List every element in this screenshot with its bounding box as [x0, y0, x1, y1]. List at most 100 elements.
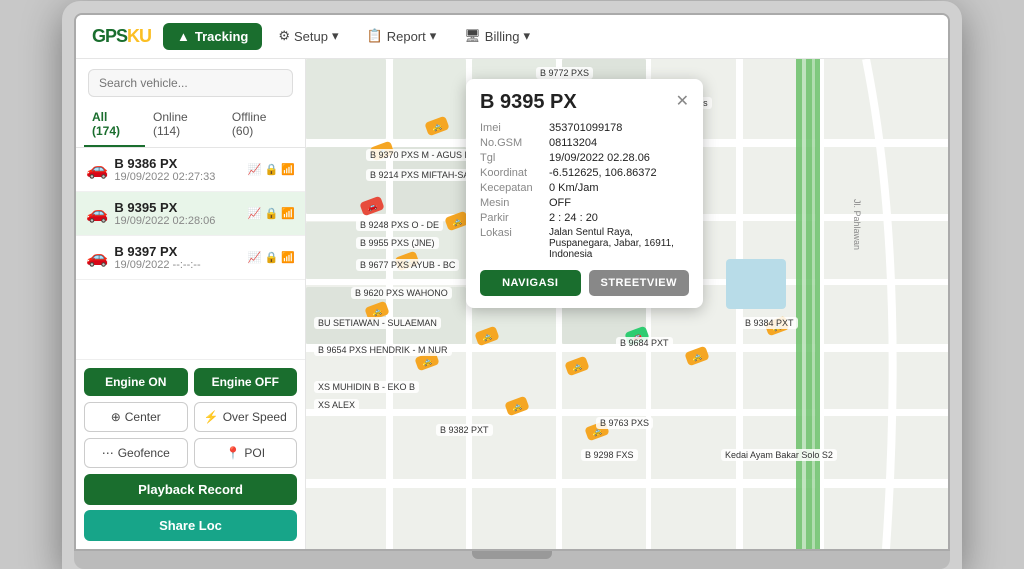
- vehicle-actions-2: 📈 🔒 📶: [248, 207, 295, 220]
- vehicle-name-2: B 9395 PX: [114, 200, 241, 215]
- setup-nav-label: Setup: [294, 29, 328, 44]
- popup-imei-row: Imei 353701099178: [480, 122, 689, 134]
- vehicle-time-3: 19/09/2022 --:--:--: [114, 259, 241, 271]
- tab-all[interactable]: All (174): [84, 103, 145, 147]
- vehicle-item-3[interactable]: 🚗 B 9397 PX 19/09/2022 --:--:-- 📈 🔒 📶: [76, 236, 305, 280]
- streetview-button[interactable]: STREETVIEW: [589, 270, 690, 296]
- vehicle-info: B 9386 PX 19/09/2022 02:27:33: [114, 156, 241, 183]
- vehicle-info-3: B 9397 PX 19/09/2022 --:--:--: [114, 244, 241, 271]
- geofence-button[interactable]: ⋯ Geofence: [84, 438, 188, 468]
- vehicle-info-2: B 9395 PX 19/09/2022 02:28:06: [114, 200, 241, 227]
- report-icon: 📋: [367, 28, 383, 44]
- vehicle-icon-3: 🚗: [86, 247, 108, 268]
- center-icon: ⊕: [111, 410, 121, 424]
- vehicle-icon-2: 🚗: [86, 203, 108, 224]
- map-label-muhidin: XS MUHIDIN B - EKO B: [314, 381, 419, 393]
- trend-icon-2: 📈: [248, 207, 262, 220]
- popup-actions: NAVIGASI STREETVIEW: [480, 270, 689, 296]
- search-input[interactable]: [88, 69, 293, 97]
- koordinat-value: -6.512625, 106.86372: [549, 167, 657, 179]
- main-content: All (174) Online (114) Offline (60) 🚗 B …: [76, 59, 948, 549]
- search-bar-container: [76, 59, 305, 103]
- navigasi-button[interactable]: NAVIGASI: [480, 270, 581, 296]
- share-loc-button[interactable]: Share Loc: [84, 510, 297, 541]
- engine-off-button[interactable]: Engine OFF: [194, 368, 298, 396]
- tgl-value: 19/09/2022 02.28.06: [549, 152, 650, 164]
- lock-icon-3: 🔒: [265, 251, 279, 264]
- trend-icon-3: 📈: [248, 251, 262, 264]
- tab-online[interactable]: Online (114): [145, 103, 224, 147]
- vehicle-name-3: B 9397 PX: [114, 244, 241, 259]
- tracking-nav-button[interactable]: ▲ Tracking: [163, 23, 262, 50]
- tgl-label: Tgl: [480, 152, 545, 164]
- speed-icon: ⚡: [204, 410, 219, 424]
- wifi-icon-3: 📶: [281, 251, 295, 264]
- billing-nav-button[interactable]: 🖥 Billing ▾: [452, 22, 542, 50]
- popup-koordinat-row: Koordinat -6.512625, 106.86372: [480, 167, 689, 179]
- map-label-alex: XS ALEX: [314, 399, 359, 411]
- chevron-down-icon: ▾: [332, 28, 339, 44]
- popup-mesin-row: Mesin OFF: [480, 197, 689, 209]
- map-label-pxt3: B 9384 PXT: [741, 317, 798, 329]
- trend-icon: 📈: [248, 163, 262, 176]
- setup-nav-button[interactable]: ⚙ Setup ▾: [266, 22, 350, 50]
- tracking-nav-label: Tracking: [195, 29, 248, 44]
- engine-buttons-row: Engine ON Engine OFF: [84, 368, 297, 396]
- bottom-controls: Engine ON Engine OFF ⊕ Center ⚡ Over Spe…: [76, 359, 305, 549]
- map-label-wahono: B 9620 PXS WAHONO: [351, 287, 452, 299]
- map-label-pxt: B 9382 PXT: [436, 424, 493, 436]
- vehicle-actions-3: 📈 🔒 📶: [248, 251, 295, 264]
- map-area[interactable]: Jl. Pahlawan 🚕 🚕 🚗 🚕 🚕 🚗 🚕 🚕 🚕 🚗 🚕 🚕 🚕 🚕…: [306, 59, 948, 549]
- poi-icon: 📍: [225, 446, 240, 460]
- map-label-fxs: B 9298 FXS: [581, 449, 638, 461]
- map-label-ayub: B 9677 PXS AYUB - BC: [356, 259, 459, 271]
- mesin-label: Mesin: [480, 197, 545, 209]
- map-label-jne: B 9955 PXS (JNE): [356, 237, 439, 249]
- map-label: B 9772 PXS: [536, 67, 593, 79]
- laptop-notch: [472, 551, 552, 559]
- lock-icon-2: 🔒: [265, 207, 279, 220]
- gear-icon: ⚙: [278, 28, 290, 44]
- popup-tgl-row: Tgl 19/09/2022 02.28.06: [480, 152, 689, 164]
- wifi-icon: 📶: [281, 163, 295, 176]
- center-button[interactable]: ⊕ Center: [84, 402, 188, 432]
- popup-title: B 9395 PX ✕: [480, 91, 689, 114]
- laptop-base: [74, 551, 950, 569]
- lokasi-label: Lokasi: [480, 227, 545, 260]
- popup-close-button[interactable]: ✕: [676, 94, 689, 110]
- map-label-agus: B 9370 PXS M - AGUS M: [366, 149, 476, 161]
- over-speed-button[interactable]: ⚡ Over Speed: [194, 402, 298, 432]
- chevron-down-icon-report: ▾: [430, 28, 437, 44]
- kecepatan-label: Kecepatan: [480, 182, 545, 194]
- mesin-value: OFF: [549, 197, 571, 209]
- popup-gsm-row: No.GSM 08113204: [480, 137, 689, 149]
- vehicle-item[interactable]: 🚗 B 9386 PX 19/09/2022 02:27:33 📈 🔒 📶: [76, 148, 305, 192]
- screen: GPSKU ▲ Tracking ⚙ Setup ▾ 📋 Report ▾ 🖥 …: [74, 13, 950, 551]
- imei-value: 353701099178: [549, 122, 622, 134]
- playback-record-button[interactable]: Playback Record: [84, 474, 297, 505]
- poi-button[interactable]: 📍 POI: [194, 438, 298, 468]
- vehicle-item-active[interactable]: 🚗 B 9395 PX 19/09/2022 02:28:06 📈 🔒 📶: [76, 192, 305, 236]
- gsm-label: No.GSM: [480, 137, 545, 149]
- geofence-icon: ⋯: [102, 446, 114, 460]
- wifi-icon-2: 📶: [281, 207, 295, 220]
- tab-offline[interactable]: Offline (60): [224, 103, 297, 147]
- tracking-icon: ▲: [177, 29, 190, 44]
- map-label-hendrik: B 9654 PXS HENDRIK - M NUR: [314, 344, 452, 356]
- report-nav-button[interactable]: 📋 Report ▾: [355, 22, 449, 50]
- vehicle-icon: 🚗: [86, 159, 108, 180]
- geofence-poi-row: ⋯ Geofence 📍 POI: [84, 438, 297, 468]
- billing-nav-label: Billing: [485, 29, 520, 44]
- map-label-de: B 9248 PXS O - DE: [356, 219, 443, 231]
- center-overspeed-row: ⊕ Center ⚡ Over Speed: [84, 402, 297, 432]
- map-label-sulaeman: BU SETIAWAN - SULAEMAN: [314, 317, 441, 329]
- vehicle-actions: 📈 🔒 📶: [248, 163, 295, 176]
- kecepatan-value: 0 Km/Jam: [549, 182, 599, 194]
- topbar: GPSKU ▲ Tracking ⚙ Setup ▾ 📋 Report ▾ 🖥 …: [76, 15, 948, 59]
- vehicle-list: 🚗 B 9386 PX 19/09/2022 02:27:33 📈 🔒 📶 🚗: [76, 148, 305, 359]
- engine-on-button[interactable]: Engine ON: [84, 368, 188, 396]
- popup-kecepatan-row: Kecepatan 0 Km/Jam: [480, 182, 689, 194]
- sidebar: All (174) Online (114) Offline (60) 🚗 B …: [76, 59, 306, 549]
- map-label-pxt2: B 9684 PXT: [616, 337, 673, 349]
- parkir-value: 2 : 24 : 20: [549, 212, 598, 224]
